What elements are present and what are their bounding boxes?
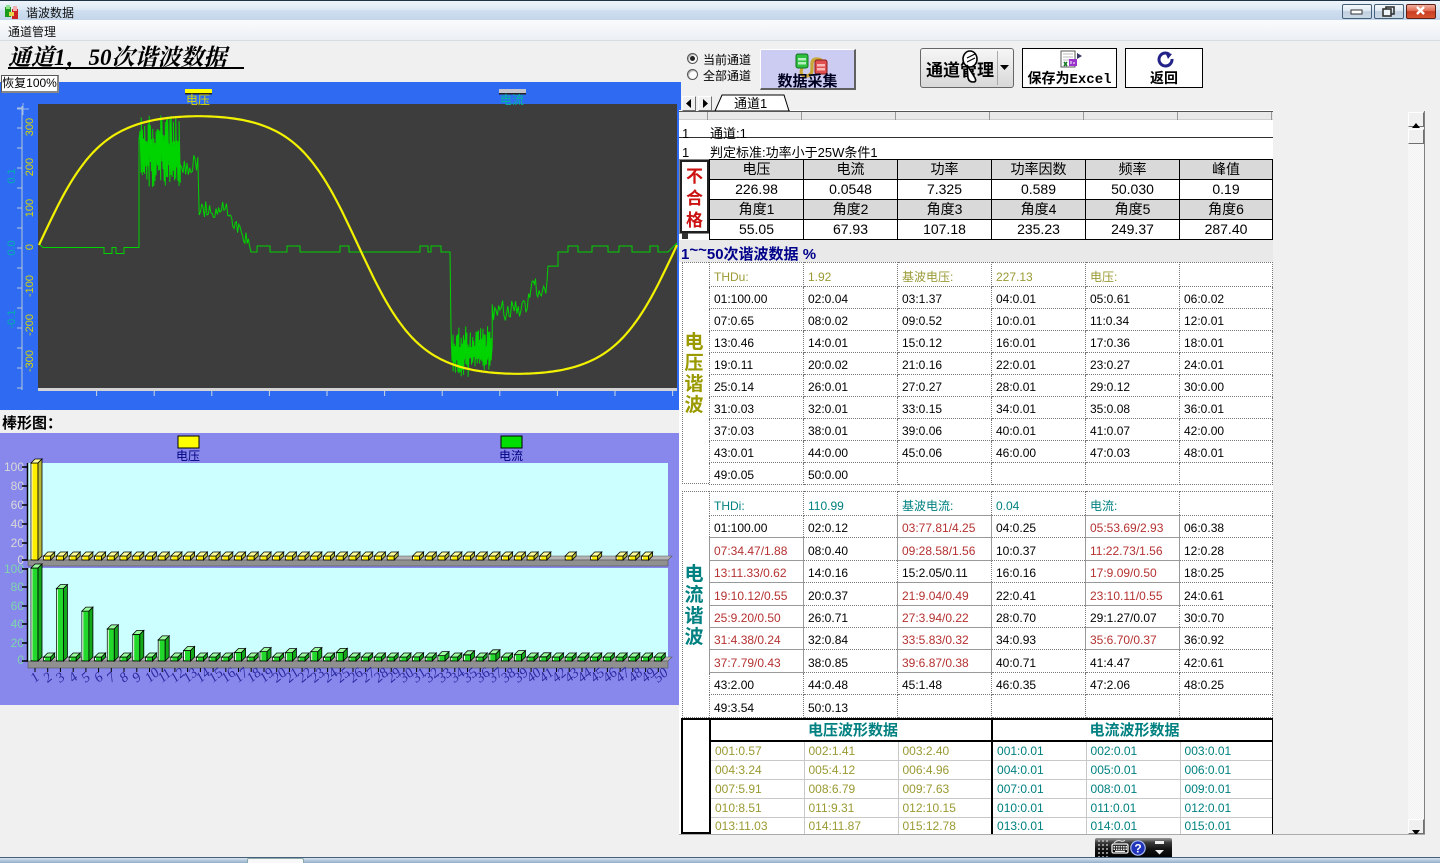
- svg-text:电流: 电流: [499, 447, 523, 464]
- svg-text:电压: 电压: [186, 91, 210, 108]
- svg-text:0.1: 0.1: [3, 168, 19, 183]
- svg-text:?: ?: [1134, 842, 1141, 856]
- svg-text:-300: -300: [21, 350, 37, 372]
- svg-text:100: 100: [4, 458, 24, 475]
- svg-text:通道1: 通道1: [734, 94, 767, 112]
- svg-text:-200: -200: [21, 314, 37, 336]
- svg-text:0: 0: [17, 651, 24, 668]
- svg-text:300: 300: [21, 118, 37, 136]
- svg-text:100: 100: [4, 560, 24, 577]
- svg-text:200: 200: [21, 158, 37, 176]
- svg-text:100: 100: [21, 199, 37, 217]
- svg-text:电流: 电流: [500, 91, 524, 108]
- svg-text:-100: -100: [21, 275, 37, 297]
- svg-text:0.0: 0.0: [3, 240, 19, 255]
- svg-text:-0.1: -0.1: [3, 310, 19, 329]
- svg-text:电压: 电压: [176, 447, 200, 464]
- svg-text:0: 0: [21, 244, 37, 250]
